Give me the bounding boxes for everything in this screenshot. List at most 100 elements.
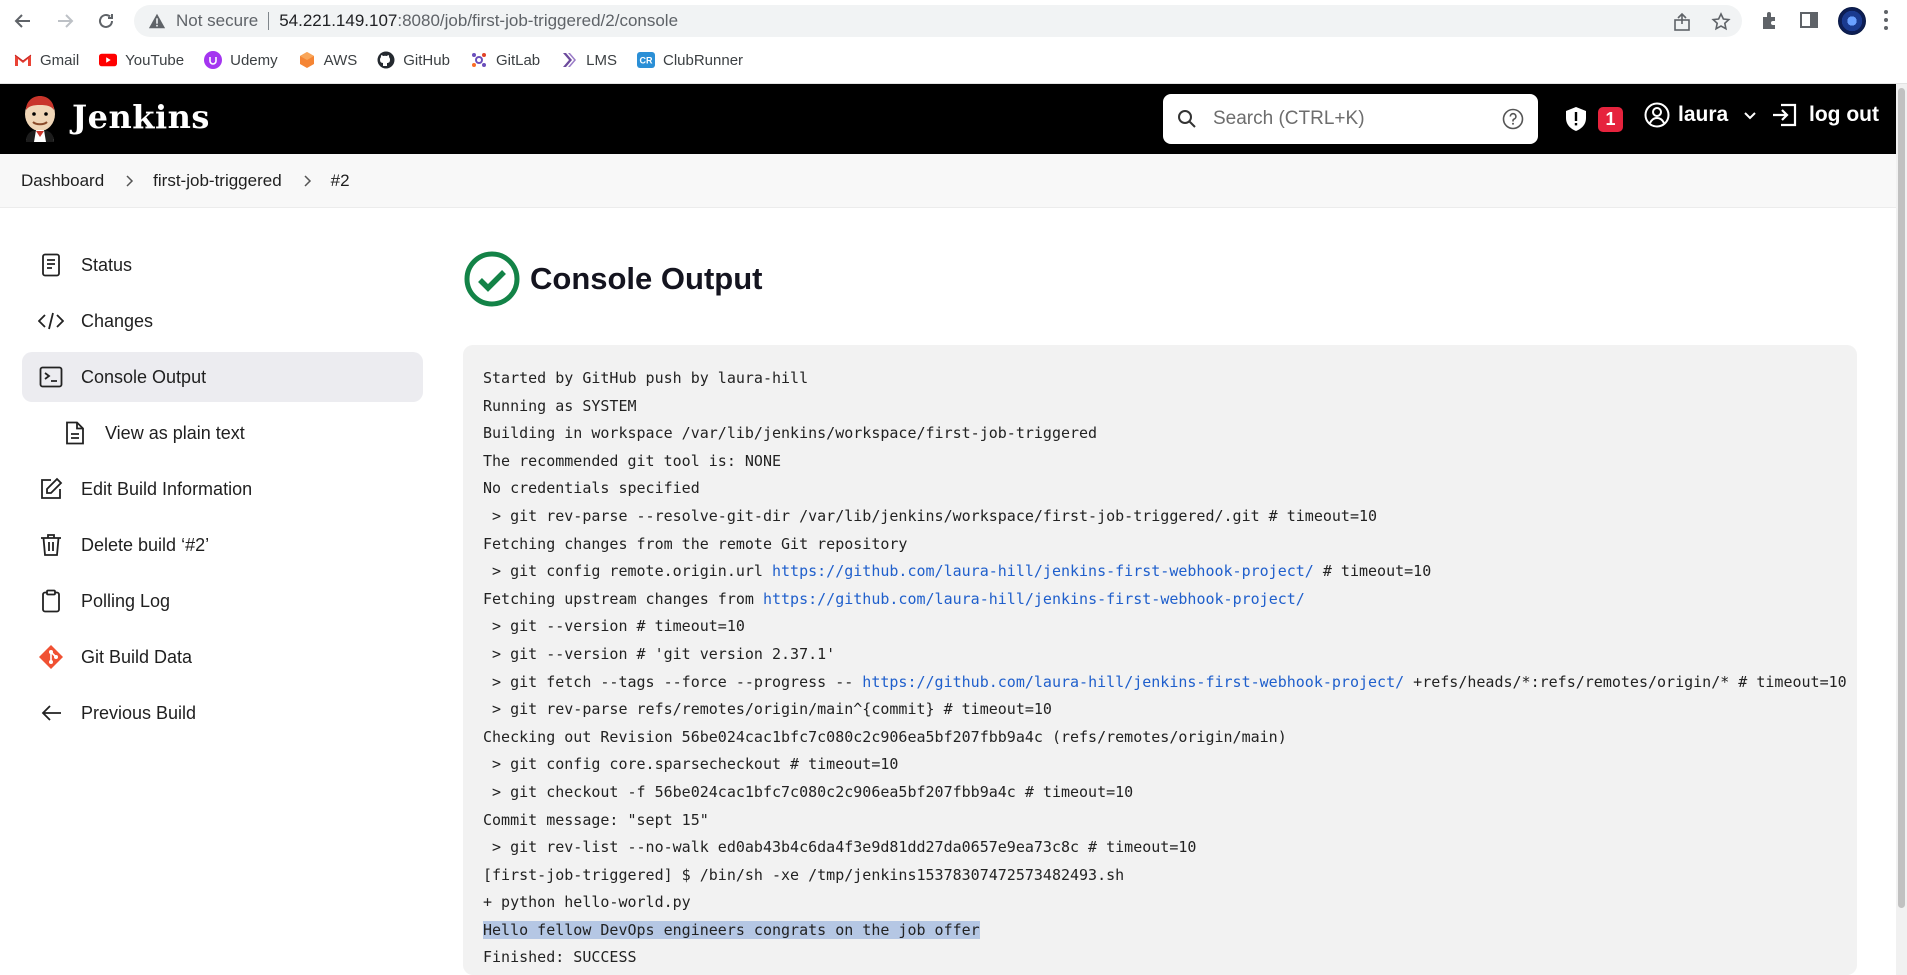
console-line: Finished: SUCCESS xyxy=(483,948,637,967)
console-text: Fetching upstream changes from xyxy=(483,589,763,608)
edit-icon xyxy=(38,476,64,502)
back-icon[interactable] xyxy=(10,8,36,34)
console-line: Checking out Revision 56be024cac1bfc7c08… xyxy=(483,727,1287,746)
bookmark-github[interactable]: GitHub xyxy=(377,51,450,69)
lms-icon xyxy=(560,51,578,69)
sidebar-item-label: View as plain text xyxy=(105,422,245,443)
bookmark-aws[interactable]: AWS xyxy=(298,51,358,69)
bookmark-clubrunner[interactable]: CR ClubRunner xyxy=(637,51,743,69)
extensions-icon[interactable] xyxy=(1759,9,1781,31)
chevron-right-icon xyxy=(126,174,134,187)
bookmark-label: AWS xyxy=(323,51,358,69)
security-shield-icon[interactable] xyxy=(1564,106,1588,132)
sidebar-item-label: Git Build Data xyxy=(81,646,193,667)
alert-count-badge[interactable]: 1 xyxy=(1598,107,1623,132)
sidebar-item-status[interactable]: Status xyxy=(22,240,423,290)
bookmark-label: YouTube xyxy=(125,51,185,69)
bookmark-label: Udemy xyxy=(230,51,278,69)
reload-icon[interactable] xyxy=(93,8,119,34)
breadcrumb-build[interactable]: #2 xyxy=(331,171,350,191)
url-host: 54.221.149.107 xyxy=(279,11,398,30)
document-icon xyxy=(62,420,88,446)
help-icon[interactable] xyxy=(1502,108,1524,130)
page-heading: Console Output xyxy=(464,251,762,307)
sidebar-item-console-output[interactable]: Console Output xyxy=(22,352,423,402)
profile-avatar[interactable] xyxy=(1838,7,1866,35)
search-input[interactable] xyxy=(1213,108,1483,130)
console-line: Building in workspace /var/lib/jenkins/w… xyxy=(483,424,1098,443)
console-line: > git checkout -f 56be024cac1bfc7c080c2c… xyxy=(483,782,1134,801)
sidebar-item-changes[interactable]: Changes xyxy=(22,296,423,346)
jenkins-logo-icon[interactable] xyxy=(20,94,60,144)
sidebar-item-label: Changes xyxy=(81,310,154,331)
bookmark-gmail[interactable]: Gmail xyxy=(14,51,79,69)
sidebar-item-label: Delete build ‘#2’ xyxy=(81,534,210,555)
logout-button[interactable]: log out xyxy=(1771,102,1879,128)
bookmark-label: ClubRunner xyxy=(663,51,744,69)
bookmark-gitlab[interactable]: GitLab xyxy=(470,51,540,69)
breadcrumb: Dashboard first-job-triggered #2 xyxy=(0,154,1896,208)
console-text: > git fetch --tags --force --progress -- xyxy=(483,672,863,691)
share-icon[interactable] xyxy=(1672,12,1692,32)
sidebar-item-view-plain-text[interactable]: View as plain text xyxy=(22,408,423,458)
side-panel: Status Changes Console Output View as pl… xyxy=(22,240,423,744)
console-line: [first-job-triggered] $ /bin/sh -xe /tmp… xyxy=(483,865,1125,884)
not-secure-label: Not secure xyxy=(176,11,259,30)
forward-icon[interactable] xyxy=(52,8,78,34)
sidebar-item-label: Previous Build xyxy=(81,702,197,723)
breadcrumb-job[interactable]: first-job-triggered xyxy=(153,171,282,191)
user-icon xyxy=(1644,102,1670,128)
success-check-icon xyxy=(464,251,520,307)
github-icon xyxy=(377,51,395,69)
bookmark-youtube[interactable]: YouTube xyxy=(99,51,184,69)
console-line: > git rev-parse refs/remotes/origin/main… xyxy=(483,700,1052,719)
console-line: Fetching changes from the remote Git rep… xyxy=(483,534,908,553)
clipboard-icon xyxy=(38,588,64,614)
bookmark-star-icon[interactable] xyxy=(1711,12,1731,32)
warning-icon xyxy=(148,13,166,29)
sidebar-item-edit-build-information[interactable]: Edit Build Information xyxy=(22,464,423,514)
sidebar-item-previous-build[interactable]: Previous Build xyxy=(22,688,423,738)
console-link[interactable]: https://github.com/laura-hill/jenkins-fi… xyxy=(763,590,1305,608)
udemy-icon xyxy=(204,51,223,69)
bookmark-udemy[interactable]: Udemy xyxy=(204,51,278,69)
user-menu[interactable]: laura xyxy=(1644,102,1758,128)
console-line: + python hello-world.py xyxy=(483,893,691,912)
page-title: Console Output xyxy=(530,261,763,296)
bookmark-label: Gmail xyxy=(40,51,80,69)
url-text: 54.221.149.107:8080/job/first-job-trigge… xyxy=(279,11,678,31)
console-text: +refs/heads/*:refs/remotes/origin/* # ti… xyxy=(1404,672,1847,691)
console-line: > git fetch --tags --force --progress --… xyxy=(483,669,1847,697)
omnibox-separator xyxy=(268,12,270,30)
sidebar-item-polling-log[interactable]: Polling Log xyxy=(22,576,423,626)
console-output[interactable]: Started by GitHub push by laura-hill Runn… xyxy=(463,345,1857,975)
bookmark-lms[interactable]: LMS xyxy=(560,51,617,69)
aws-icon xyxy=(298,51,316,69)
menu-kebab-icon[interactable] xyxy=(1884,10,1888,30)
side-panel-icon[interactable] xyxy=(1798,9,1820,31)
user-name: laura xyxy=(1678,103,1729,126)
sidebar-item-git-build-data[interactable]: Git Build Data xyxy=(22,632,423,682)
status-icon xyxy=(38,252,64,278)
sidebar-item-delete-build[interactable]: Delete build ‘#2’ xyxy=(22,520,423,570)
breadcrumb-dashboard[interactable]: Dashboard xyxy=(21,171,104,191)
gitlab-icon xyxy=(470,51,488,69)
bookmarks-bar: Gmail YouTube Udemy AWS GitHub GitLab LM… xyxy=(14,48,763,72)
console-link[interactable]: https://github.com/laura-hill/jenkins-fi… xyxy=(862,673,1404,691)
console-line: Hello fellow DevOps engineers congrats o… xyxy=(483,917,1837,945)
console-text: > git config remote.origin.url xyxy=(483,562,772,581)
page-scrollbar[interactable] xyxy=(1896,84,1907,975)
console-line: Started by GitHub push by laura-hill xyxy=(483,369,809,387)
console-line: > git config core.sparsecheckout # timeo… xyxy=(483,755,899,774)
address-bar[interactable]: Not secure 54.221.149.107:8080/job/first… xyxy=(134,5,1742,37)
arrow-left-icon xyxy=(38,700,64,726)
bookmark-label: GitLab xyxy=(495,51,541,69)
sidebar-item-label: Edit Build Information xyxy=(81,478,253,499)
youtube-icon xyxy=(99,51,118,69)
logout-label: log out xyxy=(1809,103,1879,126)
console-link[interactable]: https://github.com/laura-hill/jenkins-fi… xyxy=(772,562,1314,580)
search-box[interactable] xyxy=(1163,94,1538,144)
console-line: Fetching upstream changes from https://g… xyxy=(483,586,1837,614)
scrollbar-thumb[interactable] xyxy=(1898,88,1905,908)
jenkins-title[interactable]: Jenkins xyxy=(72,98,210,136)
